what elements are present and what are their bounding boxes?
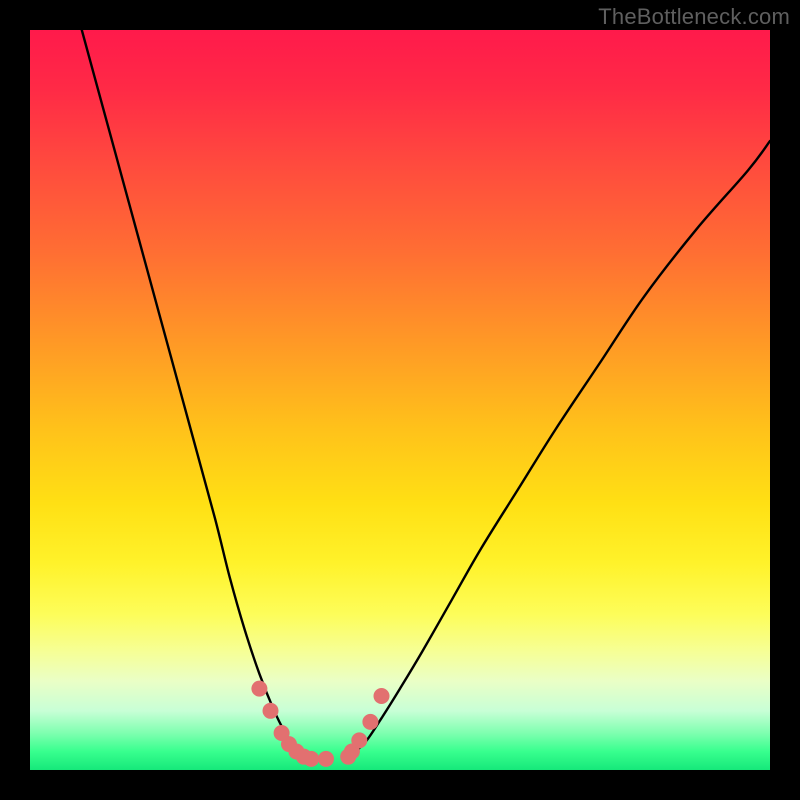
trough-dot <box>303 751 319 767</box>
left-curve-path <box>82 30 304 759</box>
right-curve-path <box>348 141 770 759</box>
trough-markers <box>251 681 389 767</box>
chart-svg <box>30 30 770 770</box>
trough-dot <box>351 732 367 748</box>
trough-dot <box>251 681 267 697</box>
trough-dot <box>263 703 279 719</box>
trough-dot <box>362 714 378 730</box>
watermark-text: TheBottleneck.com <box>598 4 790 30</box>
trough-dot <box>374 688 390 704</box>
trough-dot <box>318 751 334 767</box>
chart-frame: TheBottleneck.com <box>0 0 800 800</box>
plot-area <box>30 30 770 770</box>
